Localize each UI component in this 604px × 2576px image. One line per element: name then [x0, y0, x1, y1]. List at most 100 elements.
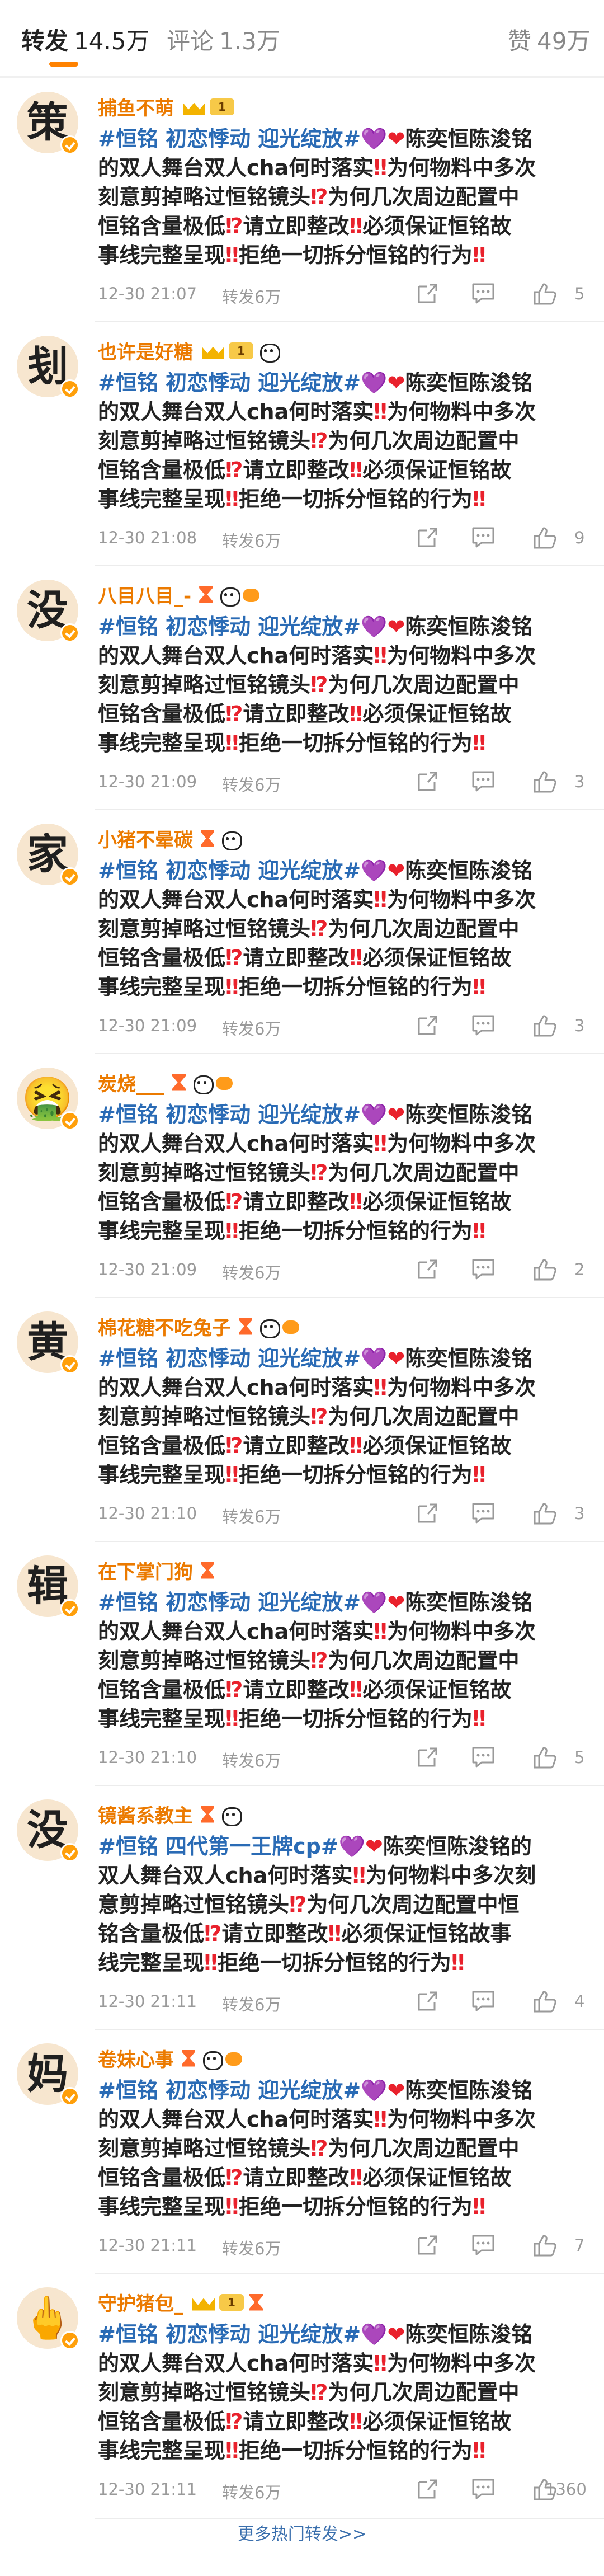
username[interactable]: 八目八目_- — [98, 581, 261, 608]
hashtag-link[interactable]: #恒铭 初恋悸动 迎光绽放# — [98, 858, 361, 883]
comment-icon[interactable] — [471, 2234, 495, 2256]
hashtag-link[interactable]: #恒铭 初恋悸动 迎光绽放# — [98, 1346, 361, 1371]
emoji-glyph: ‼ — [349, 1433, 363, 1458]
repost-item: 辑在下掌门狗 #恒铭 初恋悸动 迎光绽放#💜❤陈奕恒陈浚铭 的双人舞台双人cha何时… — [0, 1542, 604, 1786]
like-icon[interactable] — [533, 1014, 558, 1037]
emoji-glyph: ❤ — [387, 858, 405, 883]
username[interactable]: 在下掌门狗 — [98, 1557, 220, 1584]
comment-icon[interactable] — [471, 1258, 495, 1280]
like-icon[interactable] — [533, 770, 558, 793]
text-segment: 为何物料中多次 — [387, 156, 536, 180]
emoji-glyph: ‼ — [374, 156, 388, 180]
timestamp: 12-30 21:07 — [98, 284, 197, 303]
tab-likes[interactable]: 赞 49万 — [508, 22, 590, 57]
text-segment: 为何物料中多次 — [387, 2351, 536, 2376]
share-icon[interactable] — [417, 1502, 439, 1524]
username[interactable]: 棉花糖不吃兔子 — [98, 1313, 300, 1340]
panda-icon — [191, 1073, 214, 1094]
emoji-glyph: ‼ — [374, 399, 388, 424]
share-icon[interactable] — [417, 1258, 439, 1280]
username[interactable]: 卷妹心事 — [98, 2044, 243, 2072]
hashtag-link[interactable]: #恒铭 初恋悸动 迎光绽放# — [98, 2078, 361, 2103]
avatar[interactable]: 刬 — [17, 336, 79, 398]
avatar[interactable]: 🤮 — [17, 1068, 79, 1130]
text-line: #恒铭 初恋悸动 迎光绽放#💜❤陈奕恒陈浚铭 — [98, 1588, 584, 1617]
comment-icon[interactable] — [471, 1746, 495, 1768]
hashtag-link[interactable]: #恒铭 四代第一王牌cp# — [98, 1834, 339, 1859]
comment-icon[interactable] — [471, 1502, 495, 1524]
share-icon[interactable] — [417, 1014, 439, 1036]
text-line: #恒铭 四代第一王牌cp#💜❤陈奕恒陈浚铭的 — [98, 1832, 584, 1861]
emoji-glyph: ‼ — [349, 1677, 363, 1702]
share-icon[interactable] — [417, 2478, 439, 2500]
share-icon[interactable] — [417, 770, 439, 792]
tab-reposts[interactable]: 转发 14.5万 — [21, 22, 150, 57]
text-line: 事线完整呈现‼拒绝一切拆分恒铭的行为‼ — [98, 1460, 584, 1489]
like-icon[interactable] — [533, 526, 558, 549]
text-segment: 刻意剪掉略过恒铭镜头 — [98, 429, 311, 453]
panda-icon — [258, 341, 280, 363]
more-reposts-link[interactable]: 更多热门转发>> — [0, 2522, 604, 2576]
avatar[interactable]: 辑 — [17, 1555, 79, 1618]
repost-count: 转发6万 — [222, 1507, 281, 1526]
share-icon[interactable] — [417, 1746, 439, 1768]
avatar[interactable]: 没 — [17, 580, 79, 642]
panda-icon — [218, 585, 241, 607]
text-line: 铭含量极低⁉请立即整改‼必须保证恒铭故事 — [98, 1919, 584, 1948]
avatar[interactable]: 家 — [17, 824, 79, 886]
username[interactable]: 小猪不晕碳 — [98, 825, 243, 852]
hashtag-link[interactable]: #恒铭 初恋悸动 迎光绽放# — [98, 370, 361, 395]
timestamp: 12-30 21:09 — [98, 772, 197, 791]
username[interactable]: 守护猪包_ 1 — [98, 2288, 268, 2316]
text-segment: 的双人舞台双人cha何时落实 — [98, 399, 374, 424]
like-icon[interactable] — [533, 1746, 558, 1769]
tab-comments[interactable]: 评论 1.3万 — [167, 22, 280, 57]
emoji-glyph: 💜 — [338, 1834, 365, 1859]
comment-icon[interactable] — [471, 770, 495, 792]
username[interactable]: 镜酱系教主 — [98, 1801, 243, 1828]
like-icon[interactable] — [533, 282, 558, 305]
avatar[interactable]: 妈 — [17, 2043, 79, 2106]
emoji-glyph: ‼ — [349, 214, 363, 238]
hashtag-link[interactable]: #恒铭 初恋悸动 迎光绽放# — [98, 126, 361, 151]
share-icon[interactable] — [417, 2234, 439, 2256]
text-line: #恒铭 初恋悸动 迎光绽放#💜❤陈奕恒陈浚铭 — [98, 1100, 584, 1129]
avatar[interactable]: 🖕 — [17, 2287, 79, 2350]
hashtag-link[interactable]: #恒铭 初恋悸动 迎光绽放# — [98, 1102, 361, 1127]
avatar[interactable]: 没 — [17, 1799, 79, 1862]
username[interactable]: 炭烧___ — [98, 1069, 234, 1096]
text-segment: 为何几次周边配置中 — [328, 673, 520, 697]
share-icon[interactable] — [417, 282, 439, 304]
comment-icon[interactable] — [471, 2478, 495, 2500]
avatar[interactable]: 策 — [17, 92, 79, 154]
share-icon[interactable] — [417, 1990, 439, 2012]
emoji-glyph: ‼ — [472, 2438, 486, 2463]
emoji-glyph: 💜 — [361, 1102, 388, 1127]
tab-label: 转发 — [21, 27, 69, 55]
emoji-glyph: 💜 — [361, 1346, 388, 1371]
like-icon[interactable] — [533, 1502, 558, 1525]
comment-icon[interactable] — [471, 526, 495, 548]
repost-count: 转发6万 — [222, 775, 281, 795]
avatar[interactable]: 黄 — [17, 1311, 79, 1374]
like-icon[interactable] — [533, 1258, 558, 1281]
username[interactable]: 捕鱼不萌 1 — [98, 93, 239, 120]
hashtag-link[interactable]: #恒铭 初恋悸动 迎光绽放# — [98, 2322, 361, 2347]
username-text: 八目八目_- — [98, 585, 192, 608]
comment-icon[interactable] — [471, 1014, 495, 1036]
text-segment: 事线完整呈现 — [98, 2438, 226, 2463]
username[interactable]: 也许是好糖 1 — [98, 337, 281, 364]
comment-icon[interactable] — [471, 282, 495, 304]
emoji-glyph: ⁉ — [225, 702, 243, 726]
text-segment: 事线完整呈现 — [98, 975, 226, 999]
emoji-glyph: ‼ — [349, 458, 363, 482]
hashtag-link[interactable]: #恒铭 初恋悸动 迎光绽放# — [98, 614, 361, 639]
text-segment: 为何物料中多次刻 — [366, 1863, 536, 1888]
like-icon[interactable] — [533, 1990, 558, 2013]
hashtag-link[interactable]: #恒铭 初恋悸动 迎光绽放# — [98, 1590, 361, 1615]
share-icon[interactable] — [417, 526, 439, 548]
like-icon[interactable] — [533, 2234, 558, 2257]
emoji-glyph: ‼ — [225, 975, 239, 999]
comment-icon[interactable] — [471, 1990, 495, 2012]
hourglass-icon — [181, 2049, 196, 2068]
